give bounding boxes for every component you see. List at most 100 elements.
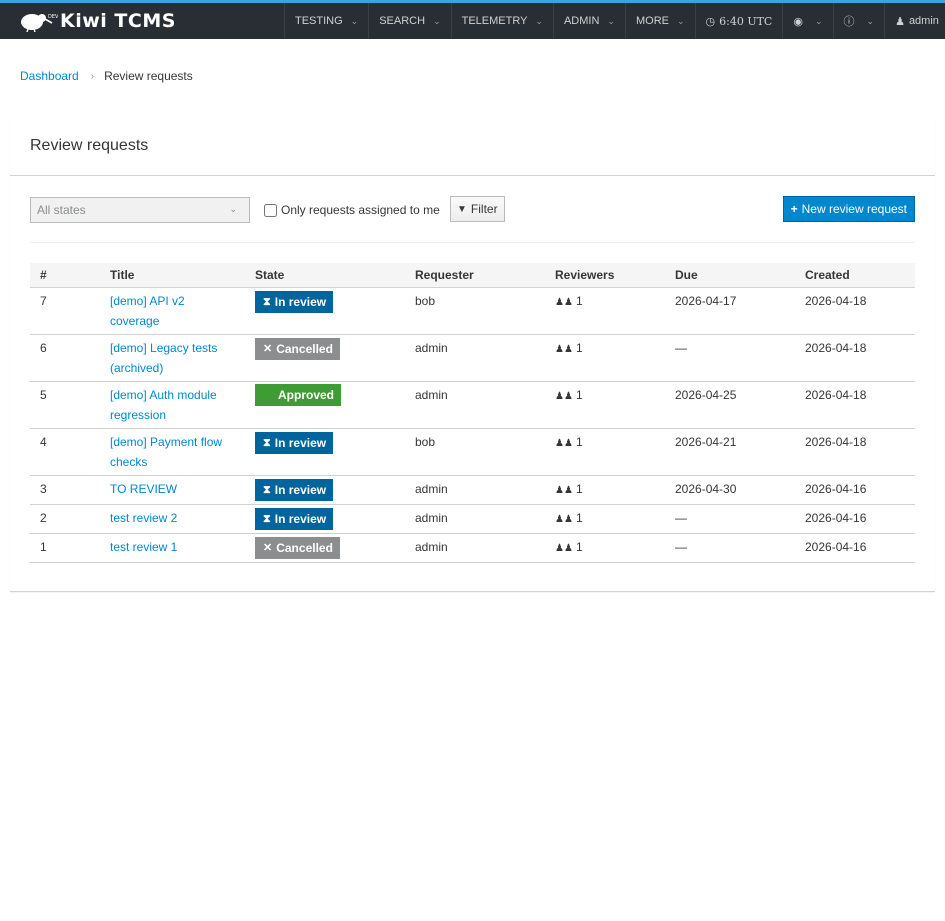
users-icon: ♟♟ (555, 437, 573, 449)
nav-language[interactable]: ◉ ⌄ (782, 3, 832, 39)
help-icon: ⓘ (843, 16, 855, 28)
cell-id: 4 (30, 428, 100, 476)
state-filter-select[interactable]: All states ⌄ (30, 197, 250, 223)
status-badge: ✕ Cancelled (255, 536, 340, 559)
status-badge: ⧗ In review (255, 290, 334, 313)
user-icon: ♟ (895, 15, 905, 28)
cell-reviewers: ♟♟ 1 (545, 475, 665, 505)
chevron-down-icon: ⌄ (433, 15, 441, 26)
cell-title: [demo] Payment flow checks (100, 428, 245, 476)
cell-created: 2026-04-16 (795, 533, 915, 563)
svg-text:DEV: DEV (48, 14, 58, 20)
nav-search[interactable]: SEARCH ⌄ (368, 3, 450, 39)
cell-id: 1 (30, 533, 100, 563)
review-title-link[interactable]: [demo] Legacy tests (archived) (110, 341, 217, 375)
filter-button-label: Filter (470, 202, 498, 216)
column-header-state[interactable]: State (245, 263, 405, 287)
chevron-down-icon: ⌄ (229, 204, 237, 214)
cell-state: ✕ Cancelled (245, 334, 405, 382)
hourglass-icon: ⧗ (263, 512, 271, 525)
cell-created: 2026-04-18 (795, 381, 915, 429)
reviewer-count: 1 (575, 434, 583, 449)
users-icon: ♟♟ (555, 513, 573, 525)
cell-due: 2026-04-17 (665, 286, 795, 335)
chevron-down-icon: ⌄ (814, 15, 823, 26)
brand-logo[interactable]: DEV Kiwi TCMS (18, 9, 176, 33)
cell-id: 3 (30, 475, 100, 505)
cell-title: [demo] Auth module regression (100, 381, 245, 429)
cell-created: 2026-04-18 (795, 286, 915, 335)
only-mine-label: Only requests assigned to me (281, 203, 440, 217)
globe-icon: ◉ (793, 15, 803, 28)
review-title-link[interactable]: TO REVIEW (110, 482, 177, 496)
cell-created: 2026-04-18 (795, 428, 915, 476)
cell-title: [demo] API v2 coverage (100, 286, 245, 335)
cell-reviewers: ♟♟ 1 (545, 381, 665, 429)
cell-state: ✕ Cancelled (245, 533, 405, 563)
users-icon: ♟♟ (555, 484, 573, 496)
nav-user-label: admin (908, 15, 939, 27)
cell-title: test review 2 (100, 504, 245, 534)
nav-telemetry[interactable]: TELEMETRY ⌄ (450, 3, 553, 39)
times-icon: ✕ (263, 541, 273, 554)
cell-id: 2 (30, 504, 100, 534)
only-mine-option[interactable]: Only requests assigned to me (264, 203, 440, 217)
status-badge: ✕ Cancelled (255, 337, 340, 360)
status-badge-label: Cancelled (276, 540, 333, 555)
table-body: 7 [demo] API v2 coverage ⧗ In review bob ♟♟ 1 2… (30, 286, 915, 563)
cell-requester: admin (405, 504, 545, 534)
chevron-right-icon: › (90, 70, 95, 82)
cell-reviewers: ♟♟ 1 (545, 334, 665, 382)
cell-due: 2026-04-30 (665, 475, 795, 505)
cell-title: TO REVIEW (100, 475, 245, 505)
table-row: 2 test review 2 ⧗ In review admin ♟♟ 1—2026-04… (30, 504, 915, 534)
column-header-id[interactable]: # (30, 263, 100, 287)
cell-state: ⧗ In review (245, 504, 405, 534)
only-mine-checkbox[interactable] (264, 203, 277, 217)
review-title-link[interactable]: [demo] Auth module regression (110, 388, 217, 422)
users-icon: ♟♟ (555, 343, 573, 355)
column-header-title[interactable]: Title (100, 263, 245, 287)
cell-state: ⧗ In review (245, 475, 405, 505)
nav-help[interactable]: ⓘ ⌄ (832, 3, 885, 39)
new-review-request-button[interactable]: + New review request (782, 196, 915, 222)
cell-title: [demo] Legacy tests (archived) (100, 334, 245, 382)
nav-more[interactable]: MORE ⌄ (624, 3, 695, 39)
column-header-reviewers[interactable]: Reviewers (545, 263, 665, 287)
users-icon: ♟♟ (555, 542, 573, 554)
column-header-requester[interactable]: Requester (405, 263, 545, 287)
reviewer-count: 1 (575, 340, 583, 355)
cell-id: 7 (30, 286, 100, 335)
cell-title: test review 1 (100, 533, 245, 563)
hourglass-icon: ⧗ (263, 295, 271, 308)
chevron-down-icon: ⌄ (350, 15, 359, 26)
state-filter-value: All states (37, 203, 86, 217)
chevron-down-icon: ⌄ (535, 15, 543, 26)
nav-user[interactable]: ♟ admin ⌄ (884, 3, 945, 39)
cell-id: 6 (30, 334, 100, 382)
review-title-link[interactable]: [demo] API v2 coverage (110, 294, 185, 328)
cell-requester: bob (405, 428, 545, 476)
nav-clock: ◷ 6:40 UTC (694, 3, 783, 39)
nav-testing[interactable]: TESTING ⌄ (284, 3, 368, 39)
chevron-down-icon: ⌄ (676, 15, 685, 26)
review-title-link[interactable]: test review 2 (110, 511, 177, 525)
breadcrumb: Dashboard › Review requests (20, 69, 193, 83)
nav-telemetry-label: TELEMETRY (461, 15, 528, 27)
review-title-link[interactable]: [demo] Payment flow checks (110, 435, 222, 469)
cell-created: 2026-04-18 (795, 334, 915, 382)
cell-state: ⧗ In review (245, 286, 405, 335)
column-header-created[interactable]: Created (795, 263, 915, 287)
status-badge: ⧗ In review (255, 431, 334, 454)
column-header-due[interactable]: Due (665, 263, 795, 287)
nav-admin[interactable]: ADMIN ⌄ (552, 3, 625, 39)
breadcrumb-dashboard-link[interactable]: Dashboard (20, 69, 79, 83)
review-title-link[interactable]: test review 1 (110, 540, 177, 554)
status-badge: ⧗ In review (255, 478, 334, 501)
brand-text: Kiwi TCMS (60, 10, 176, 32)
cell-due: 2026-04-21 (665, 428, 795, 476)
cell-due: — (665, 533, 795, 563)
chevron-down-icon: ⌄ (866, 15, 875, 26)
table-row: 7 [demo] API v2 coverage ⧗ In review bob ♟♟ 1 2… (30, 286, 915, 335)
filter-button[interactable]: ▼ Filter (450, 196, 505, 222)
